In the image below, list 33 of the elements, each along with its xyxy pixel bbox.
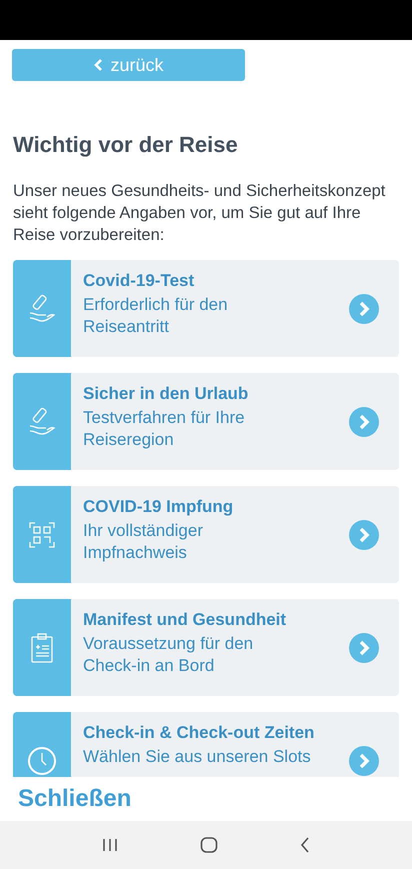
chevron-right-icon: [349, 294, 379, 324]
intro-text: Unser neues Gesundheits- und Sicherheitskonzept sieht folgende Angaben vor, um Sie gut auf Ihre Reise vorzubereiten:: [13, 181, 386, 246]
clipboard-icon: [30, 632, 54, 664]
close-button[interactable]: Schließen: [18, 785, 132, 813]
card-subtitle: Testverfahren für Ihre Reiseregion: [83, 407, 246, 451]
card-subtitle: Wählen Sie aus unseren Slots: [83, 746, 311, 768]
chevron-right-icon: [349, 746, 379, 776]
card-subtitle: Erforderlich für den Reiseantritt: [83, 294, 229, 338]
info-card[interactable]: Manifest und Gesundheit Voraussetzung für den Check-in an Bord: [13, 599, 399, 696]
info-card[interactable]: Covid-19-Test Erforderlich für den Reiseantritt: [13, 260, 399, 357]
clock-icon: [27, 746, 57, 776]
card-title: Covid-19-Test: [83, 270, 196, 292]
chevron-right-icon: [349, 632, 379, 662]
back-button[interactable]: zurück: [12, 49, 245, 81]
recent-apps-icon[interactable]: [100, 837, 119, 853]
qr-code-icon: [28, 520, 56, 548]
info-card[interactable]: Sicher in den Urlaub Testverfahren für Ihre Reiseregion: [13, 373, 399, 470]
info-card[interactable]: COVID-19 Impfung Ihr vollständiger Impfnachweis: [13, 486, 399, 583]
card-title: Sicher in den Urlaub: [83, 383, 250, 405]
card-title: COVID-19 Impfung: [83, 496, 234, 518]
back-icon[interactable]: [299, 836, 312, 854]
page-heading: Wichtig vor der Reise: [13, 132, 239, 158]
test-hand-icon: [28, 406, 56, 436]
chevron-right-icon: [349, 520, 379, 550]
card-title: Manifest und Gesundheit: [83, 609, 288, 631]
info-card[interactable]: Check-in & Check-out Zeiten Wählen Sie aus unseren Slots: [13, 712, 399, 777]
card-subtitle: Voraussetzung für den Check-in an Bord: [83, 633, 254, 677]
home-icon[interactable]: [200, 836, 218, 854]
test-hand-icon: [28, 294, 56, 324]
card-subtitle: Ihr vollständiger Impfnachweis: [83, 520, 204, 564]
chevron-left-icon: [93, 58, 104, 72]
chevron-right-icon: [349, 406, 379, 436]
card-title: Check-in & Check-out Zeiten: [83, 722, 316, 744]
